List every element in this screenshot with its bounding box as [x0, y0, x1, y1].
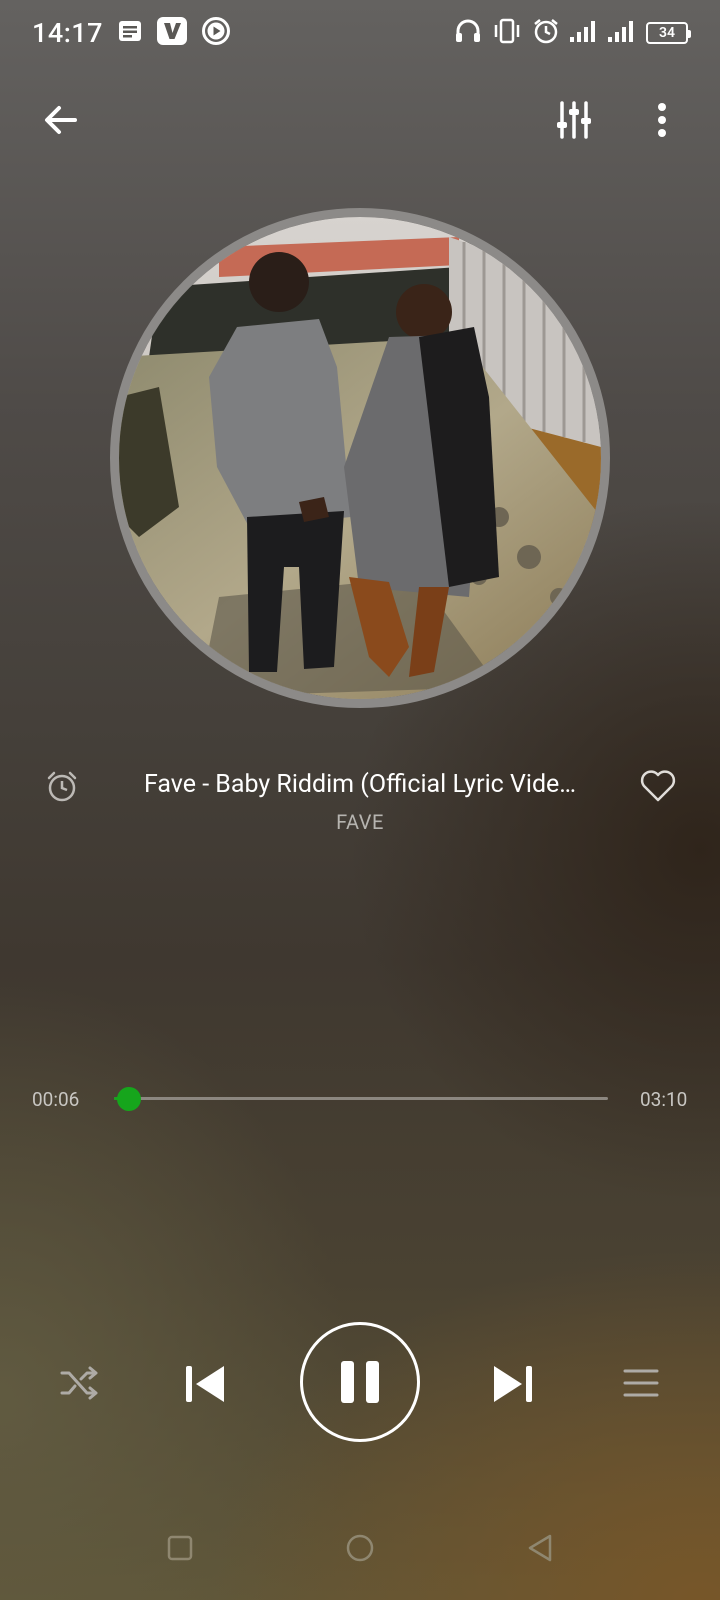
heart-outline-icon	[640, 770, 676, 802]
playback-controls	[0, 1322, 720, 1446]
top-bar	[0, 88, 720, 152]
pause-button[interactable]	[300, 1322, 420, 1442]
equalizer-button[interactable]	[548, 94, 600, 146]
battery-icon: 34	[646, 22, 691, 44]
album-art	[110, 208, 610, 708]
notes-icon	[117, 19, 143, 47]
seek-thumb[interactable]	[116, 1087, 141, 1111]
skip-next-icon	[494, 1366, 532, 1402]
status-bar: 14:17 34	[0, 0, 720, 66]
skip-previous-icon	[186, 1366, 224, 1402]
track-title: Fave - Baby Riddim (Official Lyric Vide…	[143, 770, 577, 799]
favorite-button[interactable]	[636, 764, 680, 808]
back-nav-button[interactable]	[518, 1526, 562, 1570]
queue-button[interactable]	[616, 1358, 666, 1408]
equalizer-icon	[557, 101, 591, 139]
more-button[interactable]	[642, 94, 682, 146]
track-artist: FAVE	[336, 810, 384, 834]
album-photo	[119, 217, 601, 699]
track-info: Fave - Baby Riddim (Official Lyric Vide……	[0, 770, 720, 840]
alarm-clock-icon	[47, 771, 77, 802]
home-circle-icon	[346, 1534, 374, 1562]
next-button[interactable]	[488, 1358, 540, 1410]
status-time: 14:17	[32, 17, 104, 49]
recents-square-icon	[167, 1535, 193, 1561]
shuffle-button[interactable]	[54, 1358, 104, 1408]
previous-button[interactable]	[178, 1358, 230, 1410]
sleep-timer-button[interactable]	[40, 764, 84, 808]
shuffle-icon	[60, 1366, 98, 1400]
total-time: 03:10	[640, 1088, 688, 1111]
queue-list-icon	[623, 1369, 659, 1397]
signal-icon	[570, 20, 598, 46]
seek-bar[interactable]	[114, 1087, 608, 1111]
pause-icon	[341, 1361, 379, 1403]
back-button[interactable]	[34, 94, 86, 146]
system-nav-bar	[0, 1520, 720, 1580]
elapsed-time: 00:06	[32, 1088, 80, 1111]
vibrate-icon	[492, 18, 522, 48]
headphones-icon	[454, 18, 482, 48]
recents-button[interactable]	[158, 1526, 202, 1570]
battery-level: 34	[659, 25, 675, 41]
v-app-icon	[157, 17, 188, 49]
signal-icon-2	[608, 20, 636, 46]
back-triangle-icon	[528, 1534, 552, 1562]
home-button[interactable]	[338, 1526, 382, 1570]
arrow-left-icon	[45, 106, 77, 134]
play-circle-icon	[201, 16, 231, 50]
alarm-icon	[532, 17, 560, 49]
more-vertical-icon	[658, 103, 666, 137]
